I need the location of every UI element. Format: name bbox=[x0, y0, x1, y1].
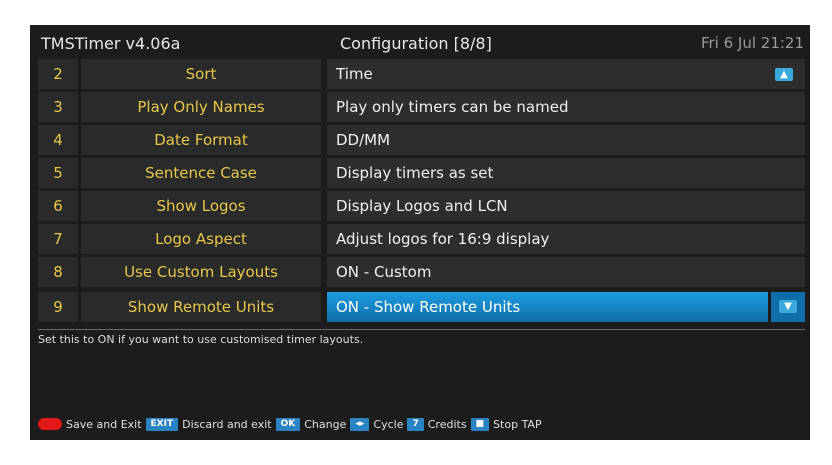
setting-name: Logo Aspect bbox=[81, 224, 321, 254]
row-number: 9 bbox=[38, 292, 78, 322]
setting-name: Show Logos bbox=[81, 191, 321, 221]
setting-value[interactable]: Display Logos and LCN bbox=[327, 191, 805, 221]
setting-value-selected[interactable]: ON - Show Remote Units bbox=[327, 292, 768, 322]
config-row-use-custom-layouts[interactable]: 8 Use Custom Layouts ON - Custom bbox=[38, 257, 805, 287]
setting-name: Show Remote Units bbox=[81, 292, 321, 322]
setting-value[interactable]: Play only timers can be named bbox=[327, 92, 805, 122]
discard-exit-label[interactable]: Discard and exit bbox=[182, 418, 272, 431]
red-button-icon bbox=[38, 418, 62, 430]
arrow-up-icon[interactable]: ▲ bbox=[775, 68, 793, 81]
scroll-down-cell[interactable]: ▼ bbox=[771, 292, 805, 322]
setting-name: Date Format bbox=[81, 125, 321, 155]
config-row-sort[interactable]: 2 Sort Time ▲ bbox=[38, 59, 805, 89]
config-row-show-logos[interactable]: 6 Show Logos Display Logos and LCN bbox=[38, 191, 805, 221]
config-row-show-remote-units[interactable]: 9 Show Remote Units ON - Show Remote Uni… bbox=[38, 292, 805, 322]
stop-key-icon: ■ bbox=[470, 417, 490, 431]
row-number: 7 bbox=[38, 224, 78, 254]
setting-value[interactable]: ON - Custom bbox=[327, 257, 805, 287]
save-exit-label[interactable]: Save and Exit bbox=[66, 418, 142, 431]
config-row-play-only-names[interactable]: 3 Play Only Names Play only timers can b… bbox=[38, 92, 805, 122]
row-number: 3 bbox=[38, 92, 78, 122]
stop-tap-label[interactable]: Stop TAP bbox=[493, 418, 542, 431]
cycle-label[interactable]: Cycle bbox=[373, 418, 403, 431]
change-label[interactable]: Change bbox=[304, 418, 346, 431]
setting-value[interactable]: Time bbox=[327, 59, 805, 89]
config-row-sentence-case[interactable]: 5 Sentence Case Display timers as set bbox=[38, 158, 805, 188]
separator bbox=[38, 329, 805, 330]
row-number: 6 bbox=[38, 191, 78, 221]
exit-key-icon: EXIT bbox=[145, 417, 179, 431]
header: TMSTimer v4.06a Configuration [8/8] Fri … bbox=[30, 25, 810, 59]
row-number: 8 bbox=[38, 257, 78, 287]
row-number: 5 bbox=[38, 158, 78, 188]
cycle-key-icon: ◂▸ bbox=[350, 417, 370, 431]
setting-name: Play Only Names bbox=[81, 92, 321, 122]
credits-key-icon: 7 bbox=[407, 417, 424, 431]
tms-timer-screen: TMSTimer v4.06a Configuration [8/8] Fri … bbox=[30, 25, 810, 440]
setting-value[interactable]: Adjust logos for 16:9 display bbox=[327, 224, 805, 254]
datetime: Fri 6 Jul 21:21 bbox=[700, 34, 804, 52]
footer-key-legend: Save and Exit EXIT Discard and exit OK C… bbox=[38, 416, 546, 432]
config-row-date-format[interactable]: 4 Date Format DD/MM bbox=[38, 125, 805, 155]
arrow-down-icon[interactable]: ▼ bbox=[779, 300, 797, 313]
help-text: Set this to ON if you want to use custom… bbox=[38, 333, 364, 346]
setting-name: Use Custom Layouts bbox=[81, 257, 321, 287]
row-number: 2 bbox=[38, 59, 78, 89]
setting-value[interactable]: DD/MM bbox=[327, 125, 805, 155]
setting-name: Sort bbox=[81, 59, 321, 89]
config-row-logo-aspect[interactable]: 7 Logo Aspect Adjust logos for 16:9 disp… bbox=[38, 224, 805, 254]
setting-value[interactable]: Display timers as set bbox=[327, 158, 805, 188]
app-title: TMSTimer v4.06a bbox=[41, 34, 181, 53]
screen-title: Configuration [8/8] bbox=[340, 34, 492, 53]
setting-name: Sentence Case bbox=[81, 158, 321, 188]
ok-key-icon: OK bbox=[275, 417, 301, 431]
credits-label[interactable]: Credits bbox=[428, 418, 467, 431]
row-number: 4 bbox=[38, 125, 78, 155]
